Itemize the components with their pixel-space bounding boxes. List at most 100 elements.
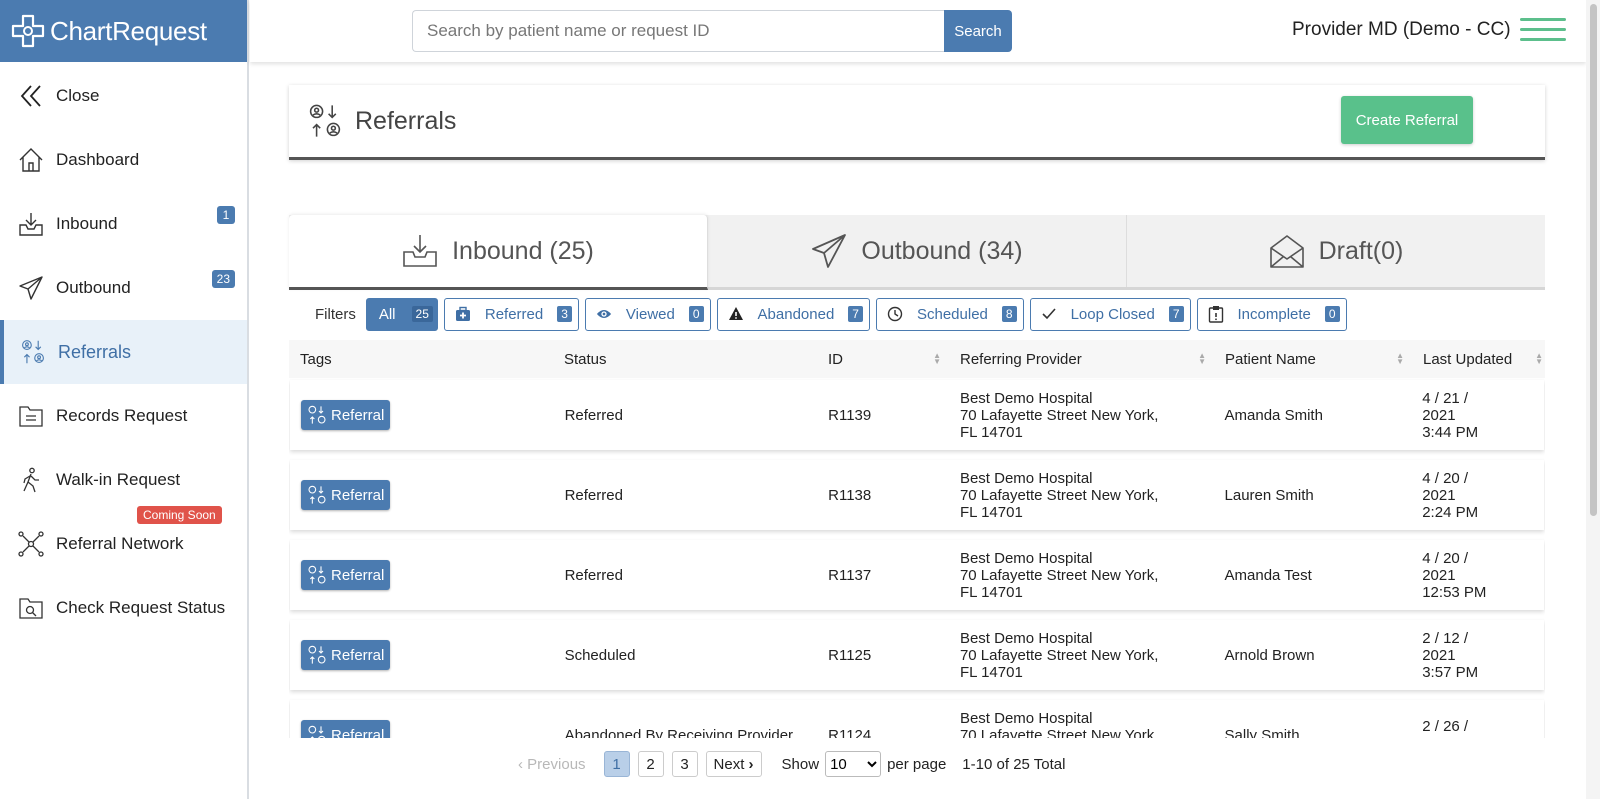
column-header-tags: Tags: [289, 340, 553, 378]
id-cell: R1139: [828, 406, 872, 424]
filter-chip-loop-closed[interactable]: Loop Closed 7: [1029, 297, 1191, 331]
referral-icon: [308, 485, 326, 504]
filter-chip-incomplete[interactable]: Incomplete 0: [1196, 297, 1347, 331]
menu-icon[interactable]: [1520, 18, 1566, 46]
next-page-button[interactable]: Next ›: [705, 751, 762, 777]
sidebar-item-outbound[interactable]: Outbound 23: [0, 256, 247, 320]
column-label: ID: [828, 350, 843, 368]
referrals-table: Tags Status ID ▲ ▼ Referring Provider ▲ ▼ Pa…: [289, 340, 1545, 738]
results-of: of: [996, 755, 1010, 773]
chip-label: Incomplete: [1237, 305, 1311, 323]
tab-outbound[interactable]: Outbound (34): [708, 215, 1127, 287]
provider-cell: Best Demo Hospital 70 Lafayette Street Ne…: [949, 630, 1214, 681]
page-1-button[interactable]: 1: [603, 751, 630, 777]
chevron-double-left-icon: [18, 83, 44, 109]
table-row[interactable]: Referral Referred R1139 Best Demo Hospital 7…: [290, 380, 1544, 450]
referral-tag[interactable]: Referral: [301, 400, 391, 430]
chip-label: Scheduled: [916, 305, 988, 323]
date-line2: 2021: [1422, 486, 1456, 504]
tab-label: Draft(0): [1318, 236, 1404, 265]
sidebar-item-check-request-status[interactable]: Check Request Status: [0, 576, 247, 640]
table-row[interactable]: Referral Scheduled R1125 Best Demo Hospital…: [290, 620, 1544, 690]
logo[interactable]: ChartRequest: [0, 0, 247, 62]
id-cell: R1138: [828, 486, 872, 504]
date-line1: 4 / 20 /: [1422, 469, 1469, 487]
id-cell: R1137: [828, 566, 872, 584]
page-2-button[interactable]: 2: [637, 751, 664, 777]
filter-chip-scheduled[interactable]: Scheduled 8: [875, 297, 1024, 331]
provider-name: Best Demo Hospital: [959, 389, 1093, 407]
results-range: 1-10: [962, 755, 993, 773]
sidebar-item-label: Close: [56, 86, 100, 105]
tag-label: Referral: [331, 646, 385, 664]
filters-label: Filters: [315, 305, 356, 323]
provider-address-line1: 70 Lafayette Street New York,: [959, 566, 1159, 584]
page-scrollbar[interactable]: [1586, 0, 1600, 799]
sidebar-item-dashboard[interactable]: Dashboard: [0, 128, 247, 192]
time-line: 3:57 PM: [1422, 663, 1479, 681]
status-cell: Scheduled: [564, 646, 636, 664]
scrollbar-thumb[interactable]: [1590, 4, 1597, 516]
table-row[interactable]: Referral Referred R1137 Best Demo Hospital 7…: [290, 540, 1544, 610]
column-header-referring-provider[interactable]: Referring Provider ▲ ▼: [949, 340, 1214, 378]
column-label: Patient Name: [1225, 350, 1316, 368]
date-line1: 2 / 26 /: [1422, 718, 1469, 735]
chip-count: 8: [1001, 306, 1017, 322]
sidebar-item-inbound[interactable]: Inbound 1: [0, 192, 247, 256]
sidebar-item-referral-network[interactable]: Referral Network Coming Soon: [0, 506, 247, 576]
pagination: ‹ Previous 1 2 3 Next › Show 10 per page…: [518, 751, 1065, 777]
column-header-last-updated[interactable]: Last Updated ▲ ▼: [1412, 340, 1545, 378]
provider-address-line1: 70 Lafayette Street New York,: [959, 646, 1159, 664]
date-line2: 2021: [1422, 566, 1456, 584]
provider-name: Best Demo Hospital: [959, 709, 1093, 727]
date-line1: 4 / 20 /: [1422, 549, 1469, 567]
column-header-patient-name[interactable]: Patient Name ▲ ▼: [1214, 340, 1412, 378]
patient-cell: Arnold Brown: [1224, 646, 1315, 664]
tag-label: Referral: [331, 406, 385, 424]
page-3-button[interactable]: 3: [671, 751, 698, 777]
referral-icon: [308, 725, 326, 738]
next-label: Next: [713, 755, 745, 773]
table-row[interactable]: Referral Abandoned By Receiving Provider R…: [290, 700, 1544, 738]
tab-inbound[interactable]: Inbound (25): [289, 215, 708, 290]
create-referral-button[interactable]: Create Referral: [1341, 96, 1473, 144]
filter-chip-referred[interactable]: Referred 3: [443, 297, 579, 331]
sort-icon: ▲ ▼: [1396, 351, 1404, 366]
sort-icon: ▲ ▼: [933, 351, 941, 366]
tag-label: Referral: [331, 486, 385, 504]
sidebar-item-label: Inbound: [56, 214, 118, 233]
tab-draft[interactable]: Draft(0): [1127, 215, 1545, 287]
search-button[interactable]: Search: [944, 10, 1012, 52]
tag-label: Referral: [331, 726, 385, 739]
search-input[interactable]: [412, 10, 944, 52]
user-name[interactable]: Provider MD (Demo - CC): [1292, 19, 1511, 41]
date-line2: 2021: [1422, 646, 1456, 664]
column-header-id[interactable]: ID ▲ ▼: [817, 340, 949, 378]
sidebar-item-referrals[interactable]: Referrals: [0, 320, 247, 384]
referral-tag[interactable]: Referral: [301, 640, 391, 670]
per-page-select[interactable]: 10: [825, 751, 882, 777]
sidebar-item-records-request[interactable]: Records Request: [0, 384, 247, 448]
referral-tag[interactable]: Referral: [301, 560, 391, 590]
home-icon: [18, 147, 44, 173]
filter-chip-all[interactable]: All 25: [365, 297, 438, 331]
provider-address-line2: FL 14701: [959, 503, 1023, 521]
clipboard-icon: [1208, 306, 1224, 323]
table-row[interactable]: Referral Referred R1138 Best Demo Hospital 7…: [290, 460, 1544, 530]
filter-chip-viewed[interactable]: Viewed 0: [584, 297, 711, 331]
referral-icon: [309, 104, 341, 137]
referral-tag[interactable]: Referral: [301, 720, 391, 739]
paper-plane-icon: [18, 275, 44, 301]
provider-cell: Best Demo Hospital 70 Lafayette Street Ne…: [949, 470, 1214, 521]
filter-chip-abandoned[interactable]: Abandoned 7: [716, 297, 870, 331]
referral-tag[interactable]: Referral: [301, 480, 391, 510]
chip-label: Loop Closed: [1070, 305, 1155, 323]
chartrequest-logo-icon: [11, 14, 45, 48]
sidebar-item-close[interactable]: Close: [0, 64, 247, 128]
sidebar-item-walk-in-request[interactable]: Walk-in Request: [0, 448, 247, 512]
clock-icon: [887, 306, 903, 322]
column-label: Tags: [300, 350, 332, 368]
chip-count: 0: [1324, 306, 1340, 322]
sidebar-item-label: Records Request: [56, 406, 188, 425]
previous-page-button[interactable]: ‹ Previous: [518, 756, 586, 773]
